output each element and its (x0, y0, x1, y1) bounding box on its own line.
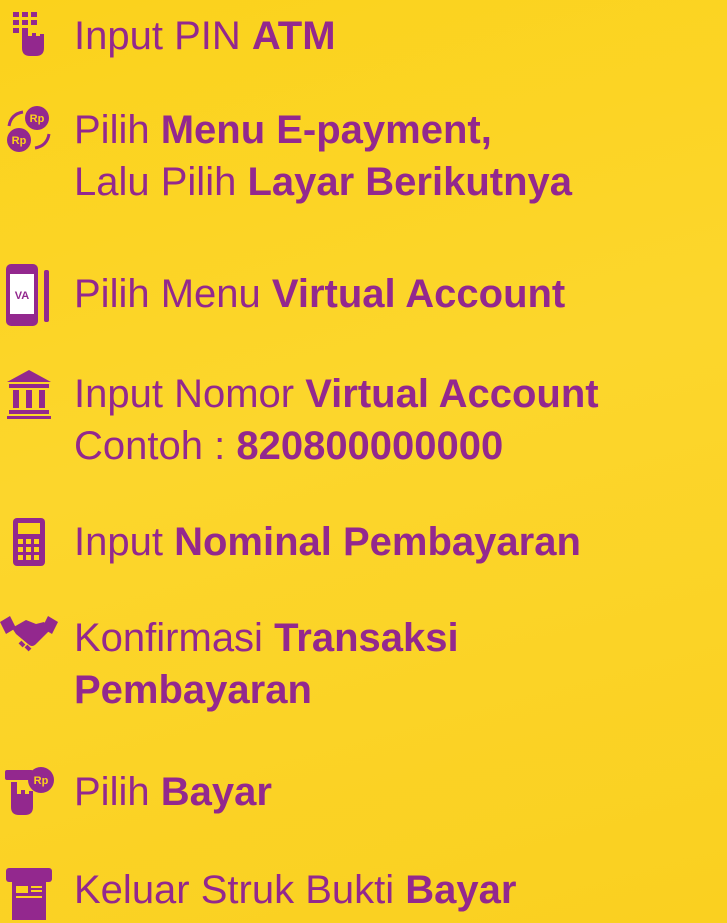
step-input-pin: Input PIN ATM (0, 10, 727, 62)
step-pilih-bayar: Rp Pilih Bayar (0, 766, 727, 824)
svg-text:Rp: Rp (34, 775, 49, 787)
svg-text:Rp: Rp (12, 135, 27, 147)
step-text-bold: ATM (251, 14, 336, 58)
step-text: Input PIN ATM (74, 10, 336, 62)
step-konfirmasi-transaksi: Konfirmasi Transaksi Pembayaran (0, 612, 727, 716)
rupiah-exchange-icon: Rp Rp (0, 104, 58, 156)
step-text-bold-2: Layar Berikutnya (247, 160, 573, 204)
virtual-account-phone-icon: VA (0, 262, 58, 328)
step-text-light: Input Nomor (74, 372, 306, 416)
step-pilih-virtual-account: VA Pilih Menu Virtual Account (0, 262, 727, 328)
step-text-light-2: Lalu Pilih (74, 160, 248, 204)
step-text-bold-2: Pembayaran (74, 668, 312, 712)
bank-building-icon (0, 368, 58, 420)
step-text: Input Nominal Pembayaran (74, 516, 581, 568)
step-text-light: Keluar Struk Bukti (74, 868, 406, 912)
step-keluar-struk: Keluar Struk Bukti Bayar (0, 864, 727, 920)
step-pilih-epayment: Rp Rp Pilih Menu E-payment, Lalu Pilih L… (0, 104, 727, 208)
step-text-bold: Bayar (405, 868, 517, 912)
step-text: Konfirmasi Transaksi Pembayaran (74, 612, 459, 716)
step-text-bold: Virtual Account (305, 372, 599, 416)
step-text-light: Pilih Menu (74, 272, 272, 316)
step-text: Pilih Menu E-payment, Lalu Pilih Layar B… (74, 104, 572, 208)
calculator-icon (0, 516, 58, 568)
step-text: Pilih Bayar (74, 766, 272, 818)
step-text-light: Konfirmasi (74, 616, 275, 660)
step-text-bold: Transaksi (274, 616, 459, 660)
step-text-bold: Nominal Pembayaran (174, 520, 581, 564)
step-text-light: Pilih (74, 770, 161, 814)
tap-pay-rupiah-icon: Rp (0, 766, 58, 824)
receipt-printer-icon (0, 864, 58, 920)
pin-pad-finger-icon (0, 10, 58, 58)
step-text-light: Input (74, 520, 175, 564)
svg-text:VA: VA (15, 290, 30, 302)
step-text: Input Nomor Virtual Account Contoh : 820… (74, 368, 599, 472)
step-text: Pilih Menu Virtual Account (74, 268, 565, 320)
virtual-account-example: 820800000000 (236, 424, 504, 468)
step-text: Keluar Struk Bukti Bayar (74, 864, 516, 916)
step-text-light: Pilih (74, 108, 161, 152)
step-text-light-2: Contoh : (74, 424, 237, 468)
svg-text:Rp: Rp (30, 113, 45, 125)
step-text-bold: Virtual Account (271, 272, 566, 316)
step-input-nominal: Input Nominal Pembayaran (0, 516, 727, 568)
step-text-light: Input PIN (74, 14, 252, 58)
handshake-icon (0, 612, 58, 656)
step-text-bold: Bayar (160, 770, 272, 814)
step-text-bold: Menu E-payment, (160, 108, 492, 152)
step-input-nomor-va: Input Nomor Virtual Account Contoh : 820… (0, 368, 727, 472)
